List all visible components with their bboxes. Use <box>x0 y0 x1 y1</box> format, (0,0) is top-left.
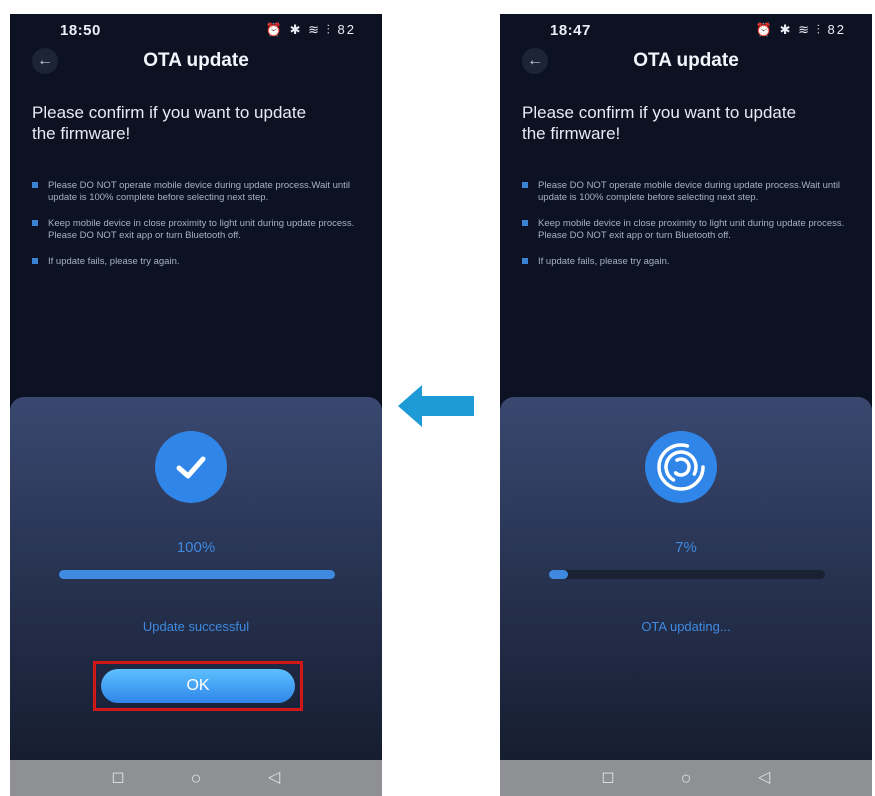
app-header: ← OTA update <box>500 42 872 80</box>
ok-button[interactable]: OK <box>101 669 295 703</box>
progress-percent: 100% <box>176 539 216 556</box>
left-arrow-icon <box>398 385 474 427</box>
back-triangle-icon[interactable]: ◁ <box>744 760 784 796</box>
update-status-text: OTA updating... <box>641 619 731 634</box>
home-icon[interactable]: ○ <box>666 760 706 796</box>
status-time: 18:47 <box>550 22 591 39</box>
ok-button-highlight: OK <box>93 661 303 711</box>
progress-bar <box>549 570 825 579</box>
update-progress-panel: 100% Update successful OK <box>10 397 382 760</box>
confirm-message: Please confirm if you want to update the… <box>32 103 307 143</box>
confirm-message: Please confirm if you want to update the… <box>522 103 797 143</box>
phone-screen-update-success: 18:50 ⏰ ✱ ≋ ⫶ 82 ← OTA update Please con… <box>10 14 382 796</box>
app-header: ← OTA update <box>10 42 382 80</box>
note-item: Keep mobile device in close proximity to… <box>32 218 367 241</box>
note-item: Please DO NOT operate mobile device duri… <box>32 180 367 203</box>
system-nav-bar: ◻ ○ ◁ <box>500 760 872 796</box>
progress-fill <box>59 570 335 579</box>
update-status-text: Update successful <box>142 619 250 634</box>
note-item: Keep mobile device in close proximity to… <box>522 218 857 241</box>
page-title: OTA update <box>143 50 249 71</box>
status-icons: ⏰ ✱ ≋ ⫶ 82 <box>265 22 356 37</box>
status-time: 18:50 <box>60 22 101 39</box>
checkmark-icon <box>155 431 227 503</box>
page-title: OTA update <box>633 50 739 71</box>
system-nav-bar: ◻ ○ ◁ <box>10 760 382 796</box>
update-notes-list: Please DO NOT operate mobile device duri… <box>32 180 367 283</box>
ota-spinner-icon <box>645 431 717 503</box>
progress-fill <box>549 570 569 579</box>
update-progress-panel: 7% OTA updating... <box>500 397 872 760</box>
phone-screen-ota-updating: 18:47 ⏰ ✱ ≋ ⫶ 82 ← OTA update Please con… <box>500 14 872 796</box>
status-icons: ⏰ ✱ ≋ ⫶ 82 <box>755 22 846 37</box>
status-bar: 18:50 ⏰ ✱ ≋ ⫶ 82 <box>10 20 382 42</box>
note-item: If update fails, please try again. <box>522 256 857 268</box>
progress-percent: 7% <box>675 539 697 556</box>
home-icon[interactable]: ○ <box>176 760 216 796</box>
status-bar: 18:47 ⏰ ✱ ≋ ⫶ 82 <box>500 20 872 42</box>
note-item: If update fails, please try again. <box>32 256 367 268</box>
recent-apps-icon[interactable]: ◻ <box>98 760 138 796</box>
update-notes-list: Please DO NOT operate mobile device duri… <box>522 180 857 283</box>
recent-apps-icon[interactable]: ◻ <box>588 760 628 796</box>
back-triangle-icon[interactable]: ◁ <box>254 760 294 796</box>
note-item: Please DO NOT operate mobile device duri… <box>522 180 857 203</box>
progress-bar <box>59 570 335 579</box>
